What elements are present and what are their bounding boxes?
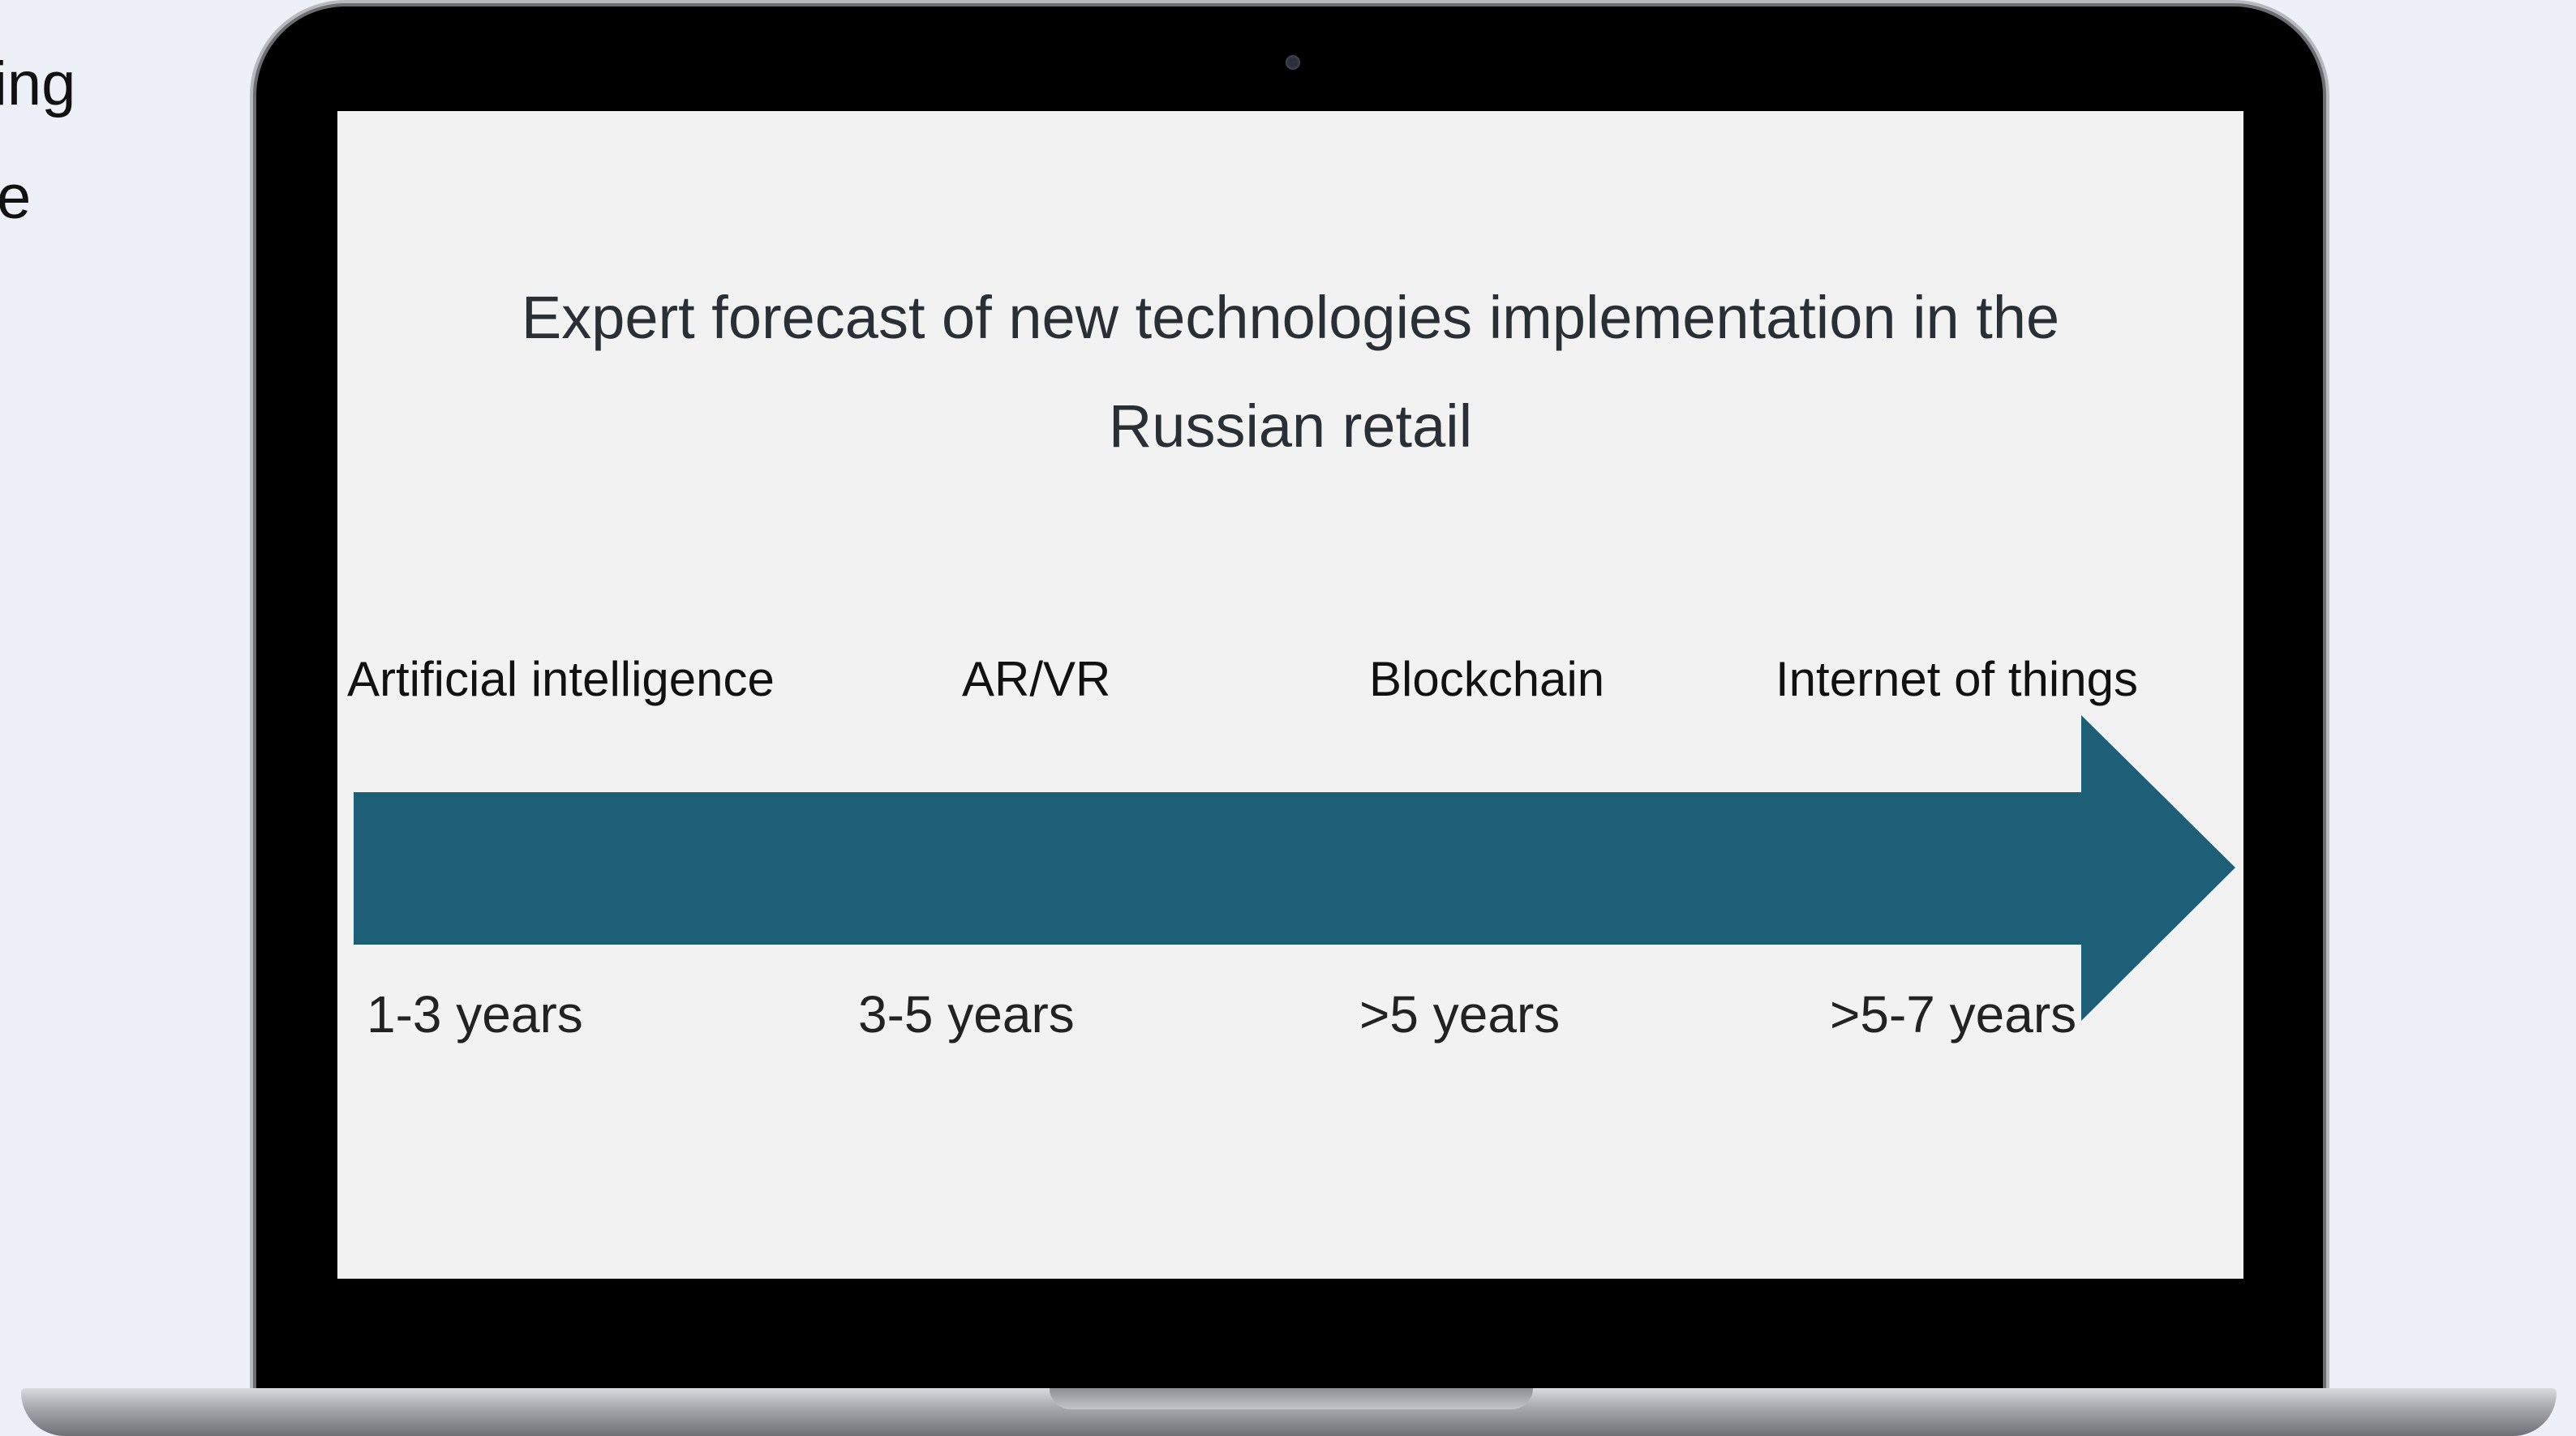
period-label-ar-vr: 3-5 years [858,985,1075,1044]
background-text-line-2: e [0,163,32,232]
period-label-blockchain: >5 years [1359,985,1561,1044]
timeline-arrow [354,715,2235,1021]
period-label-ai: 1-3 years [367,985,583,1044]
background-text-line-1: ing [0,49,76,118]
timeline-arrow-shape [354,715,2235,1021]
laptop-screen: Expert forecast of new technologies impl… [337,111,2243,1279]
laptop-hinge-notch [1050,1388,1533,1409]
webcam-icon [1286,55,1300,70]
period-label-iot: >5-7 years [1830,985,2077,1044]
